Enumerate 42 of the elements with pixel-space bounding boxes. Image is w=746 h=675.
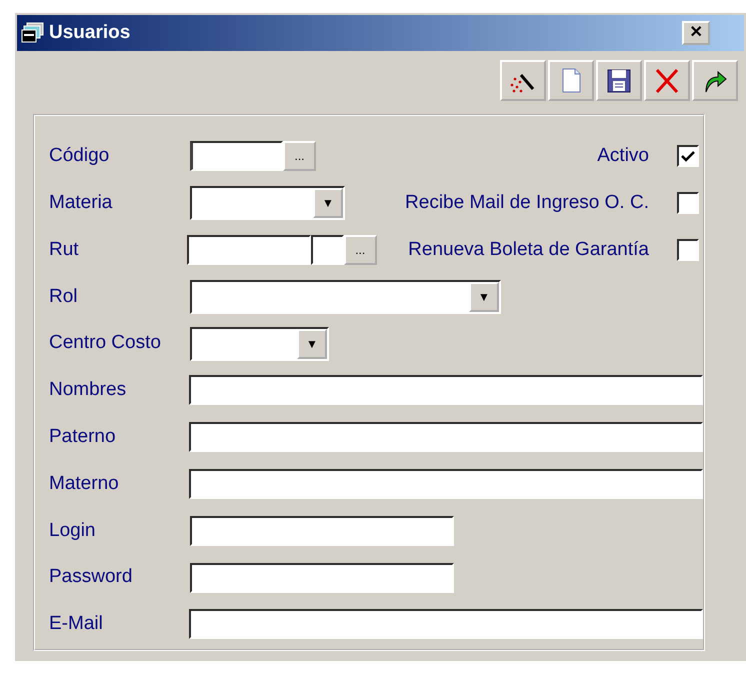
save-icon	[605, 66, 633, 94]
field-label: Rut	[49, 238, 80, 262]
field-label: Login	[49, 518, 96, 543]
input-field[interactable]	[189, 609, 703, 640]
checkbox-label: Renueva Boleta de Garantía	[408, 238, 649, 262]
dropdown-field[interactable]: ▼	[190, 186, 345, 220]
input-field[interactable]	[186, 234, 311, 265]
delete-icon	[653, 66, 681, 94]
browse-button[interactable]: ...	[344, 234, 377, 265]
window-icon	[21, 22, 45, 44]
field-label: Password	[49, 565, 134, 590]
browse-button[interactable]: ...	[283, 141, 316, 172]
input-field[interactable]	[189, 375, 703, 406]
window-title: Usuarios	[49, 20, 130, 45]
field-label: Materno	[49, 472, 120, 496]
checkbox-label: Activo	[597, 144, 649, 168]
input-field[interactable]	[190, 141, 283, 172]
input-field[interactable]	[189, 468, 703, 499]
input-field[interactable]	[310, 234, 344, 265]
field-label: E-Mail	[49, 612, 104, 636]
field-label: Rol	[49, 284, 79, 309]
checkbox[interactable]	[677, 145, 699, 168]
dropdown-field[interactable]: ▼	[190, 326, 329, 361]
input-field[interactable]	[189, 422, 703, 452]
redo-button[interactable]	[692, 60, 738, 101]
field-label: Código	[49, 144, 110, 168]
checkbox-label: Recibe Mail de Ingreso O. C.	[405, 190, 649, 215]
field-label: Centro Costo	[49, 331, 162, 356]
field-label: Paterno	[49, 424, 117, 449]
field-label: Nombres	[49, 378, 128, 402]
delete-button[interactable]	[644, 60, 690, 101]
new-document-button[interactable]	[548, 60, 594, 101]
save-button[interactable]	[596, 60, 642, 101]
checkbox[interactable]	[677, 192, 699, 214]
input-field[interactable]	[190, 516, 454, 546]
check-icon	[681, 150, 695, 162]
field-label: Materia	[49, 190, 114, 215]
input-field[interactable]	[190, 562, 454, 593]
dropdown-field[interactable]: ▼	[190, 280, 501, 314]
wand-button[interactable]	[500, 60, 546, 101]
checkbox[interactable]	[677, 238, 699, 261]
close-button[interactable]: ✕	[682, 21, 710, 45]
